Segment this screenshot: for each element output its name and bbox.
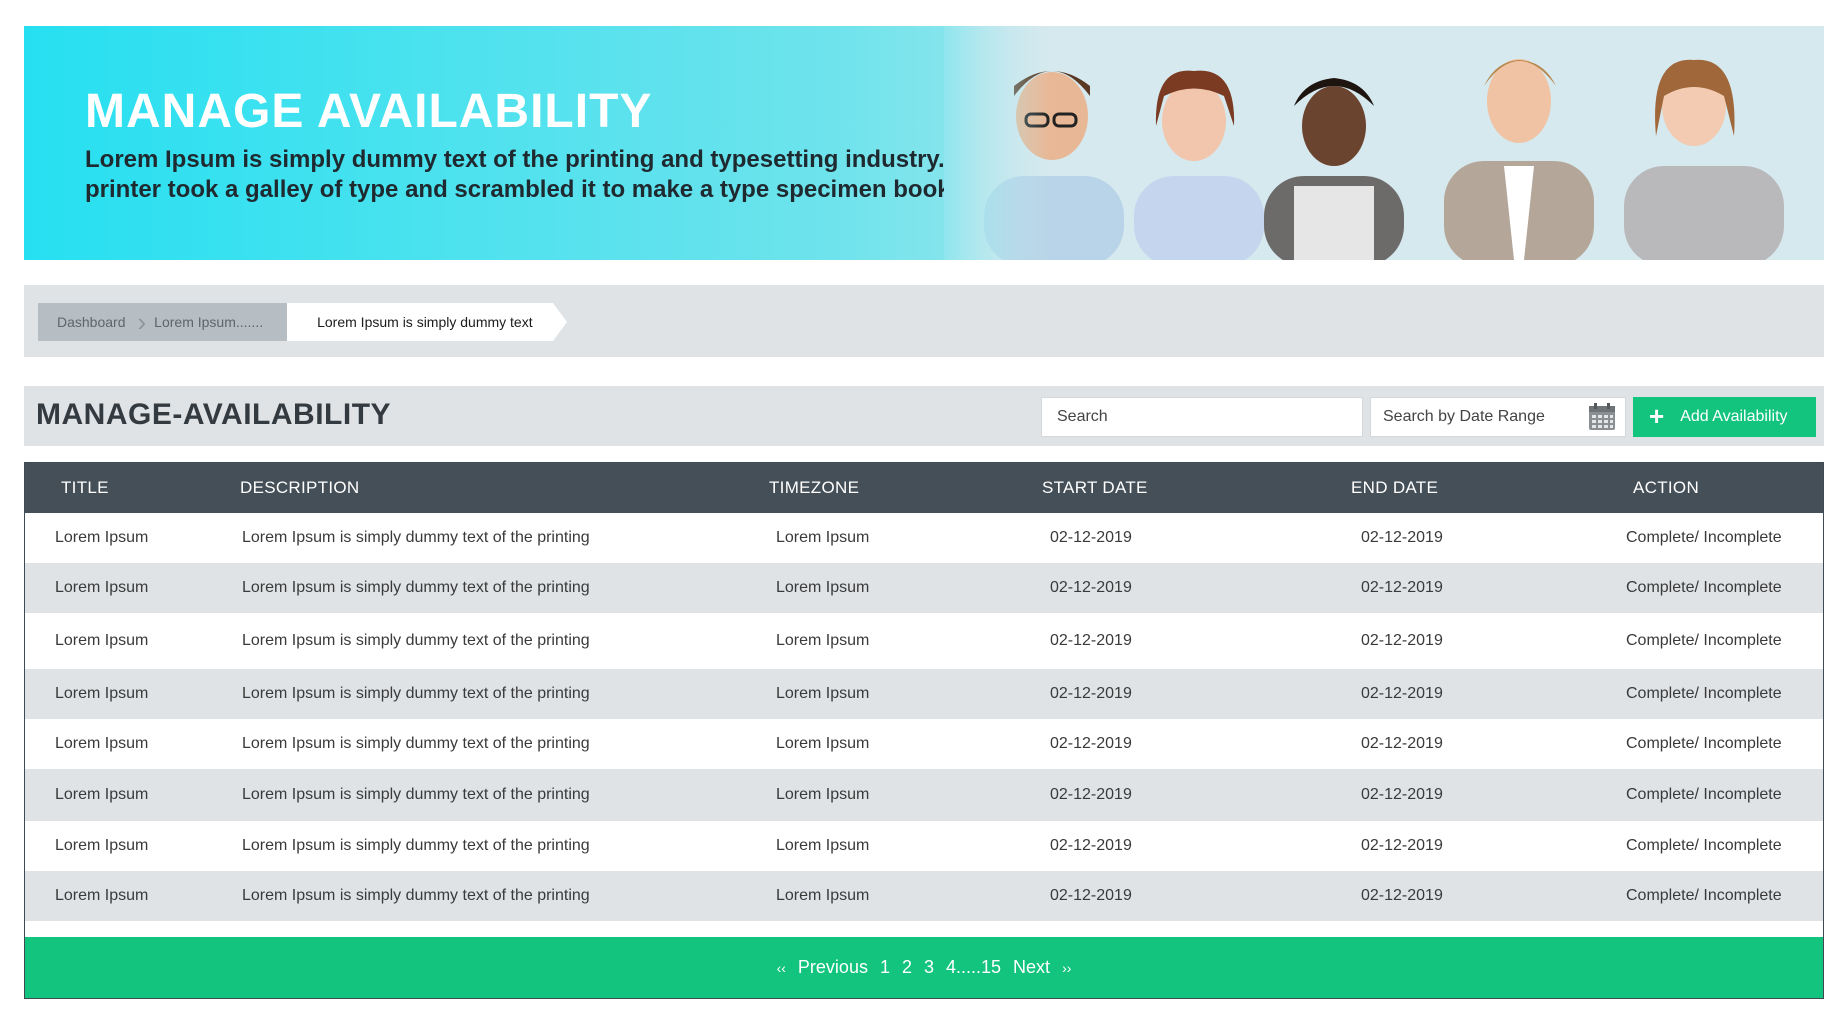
cell-action[interactable]: Complete/ Incomplete (1597, 563, 1823, 613)
add-availability-button[interactable]: + Add Availability (1633, 397, 1816, 437)
table-row[interactable]: Lorem Ipsum Lorem Ipsum is simply dummy t… (25, 669, 1823, 719)
cell-description: Lorem Ipsum is simply dummy text of the … (242, 579, 590, 596)
cell-start-date: 02-12-2019 (1050, 887, 1132, 904)
cell-start-date: 02-12-2019 (1050, 632, 1132, 649)
cell-title: Lorem Ipsum (55, 685, 149, 702)
calendar-icon[interactable] (1587, 402, 1617, 432)
cell-description: Lorem Ipsum is simply dummy text of the … (242, 529, 590, 546)
breadcrumb-dashboard[interactable]: Dashboard (38, 314, 138, 330)
cell-action[interactable]: Complete/ Incomplete (1597, 769, 1823, 821)
table-header-row: TITLE DESCRIPTION TIMEZONE START DATE EN… (25, 463, 1823, 513)
cell-timezone: Lorem Ipsum (776, 579, 870, 596)
page-range[interactable]: 4.....15 (946, 957, 1001, 978)
cell-title: Lorem Ipsum (55, 837, 149, 854)
table-row[interactable]: Lorem Ipsum Lorem Ipsum is simply dummy t… (25, 563, 1823, 613)
hero-banner: MANAGE AVAILABILITY Lorem Ipsum is simpl… (24, 26, 1824, 260)
breadcrumb-lorem[interactable]: Lorem Ipsum....... (154, 314, 287, 330)
pagination: ‹‹ Previous 1 2 3 4.....15 Next ›› (25, 937, 1823, 998)
header-timezone[interactable]: TIMEZONE (752, 463, 1012, 513)
date-range-input[interactable] (1371, 398, 1581, 436)
first-page-icon[interactable]: ‹‹ (777, 960, 786, 976)
table-row[interactable]: Lorem Ipsum Lorem Ipsum is simply dummy t… (25, 513, 1823, 563)
banner-text: MANAGE AVAILABILITY Lorem Ipsum is simpl… (85, 85, 957, 205)
breadcrumb: Dashboard › Lorem Ipsum....... Lorem Ips… (38, 303, 567, 341)
cell-description: Lorem Ipsum is simply dummy text of the … (242, 685, 590, 702)
cell-action[interactable]: Complete/ Incomplete (1597, 513, 1823, 563)
date-range-field[interactable] (1370, 397, 1626, 437)
table-row[interactable]: Lorem Ipsum Lorem Ipsum is simply dummy t… (25, 821, 1823, 871)
banner-subtitle: Lorem Ipsum is simply dummy text of the … (85, 145, 957, 205)
team-photo (944, 26, 1824, 260)
table-row[interactable]: Lorem Ipsum Lorem Ipsum is simply dummy t… (25, 769, 1823, 821)
cell-start-date: 02-12-2019 (1050, 786, 1132, 803)
cell-action[interactable]: Complete/ Incomplete (1597, 613, 1823, 669)
cell-timezone: Lorem Ipsum (776, 887, 870, 904)
cell-start-date: 02-12-2019 (1050, 579, 1132, 596)
cell-end-date: 02-12-2019 (1361, 837, 1443, 854)
cell-description: Lorem Ipsum is simply dummy text of the … (242, 786, 590, 803)
chevron-right-icon: › (137, 307, 147, 337)
breadcrumb-current: Lorem Ipsum is simply dummy text (287, 303, 553, 341)
banner-title: MANAGE AVAILABILITY (85, 85, 653, 138)
last-page-icon[interactable]: ›› (1062, 960, 1071, 976)
cell-action[interactable]: Complete/ Incomplete (1597, 871, 1823, 921)
cell-description: Lorem Ipsum is simply dummy text of the … (242, 837, 590, 854)
cell-end-date: 02-12-2019 (1361, 887, 1443, 904)
cell-description: Lorem Ipsum is simply dummy text of the … (242, 632, 590, 649)
cell-end-date: 02-12-2019 (1361, 529, 1443, 546)
cell-timezone: Lorem Ipsum (776, 529, 870, 546)
previous-button[interactable]: Previous (798, 957, 868, 978)
next-button[interactable]: Next (1013, 957, 1050, 978)
page-3[interactable]: 3 (924, 957, 934, 978)
page-1[interactable]: 1 (880, 957, 890, 978)
cell-action[interactable]: Complete/ Incomplete (1597, 669, 1823, 719)
cell-timezone: Lorem Ipsum (776, 685, 870, 702)
cell-title: Lorem Ipsum (55, 529, 149, 546)
header-title[interactable]: TITLE (25, 463, 240, 513)
page-2[interactable]: 2 (902, 957, 912, 978)
cell-title: Lorem Ipsum (55, 579, 149, 596)
cell-timezone: Lorem Ipsum (776, 837, 870, 854)
cell-end-date: 02-12-2019 (1361, 579, 1443, 596)
header-description[interactable]: DESCRIPTION (240, 463, 752, 513)
breadcrumb-trail: Dashboard › Lorem Ipsum....... (38, 303, 288, 341)
cell-start-date: 02-12-2019 (1050, 837, 1132, 854)
table-row[interactable]: Lorem Ipsum Lorem Ipsum is simply dummy t… (25, 871, 1823, 921)
add-availability-label: Add Availability (1680, 408, 1788, 425)
banner-subtitle-line1: Lorem Ipsum is simply dummy text of the … (85, 145, 945, 173)
header-end-date[interactable]: END DATE (1312, 463, 1597, 513)
cell-end-date: 02-12-2019 (1361, 735, 1443, 752)
cell-end-date: 02-12-2019 (1361, 632, 1443, 649)
breadcrumb-bar: Dashboard › Lorem Ipsum....... Lorem Ips… (24, 285, 1824, 357)
header-start-date[interactable]: START DATE (1012, 463, 1312, 513)
cell-title: Lorem Ipsum (55, 786, 149, 803)
cell-timezone: Lorem Ipsum (776, 786, 870, 803)
cell-description: Lorem Ipsum is simply dummy text of the … (242, 887, 590, 904)
cell-title: Lorem Ipsum (55, 887, 149, 904)
cell-timezone: Lorem Ipsum (776, 632, 870, 649)
cell-start-date: 02-12-2019 (1050, 735, 1132, 752)
cell-action[interactable]: Complete/ Incomplete (1597, 821, 1823, 871)
availability-table: TITLE DESCRIPTION TIMEZONE START DATE EN… (24, 462, 1824, 999)
section-header: MANAGE-AVAILABILITY + Add Availability (24, 386, 1824, 446)
cell-title: Lorem Ipsum (55, 735, 149, 752)
cell-timezone: Lorem Ipsum (776, 735, 870, 752)
cell-action[interactable]: Complete/ Incomplete (1597, 719, 1823, 769)
banner-subtitle-line2: printer took a galley of type and scramb… (85, 175, 958, 203)
page-title: MANAGE-AVAILABILITY (36, 398, 392, 431)
cell-start-date: 02-12-2019 (1050, 529, 1132, 546)
table-row[interactable]: Lorem Ipsum Lorem Ipsum is simply dummy t… (25, 613, 1823, 669)
cell-start-date: 02-12-2019 (1050, 685, 1132, 702)
header-action[interactable]: ACTION (1597, 463, 1823, 513)
cell-description: Lorem Ipsum is simply dummy text of the … (242, 735, 590, 752)
cell-title: Lorem Ipsum (55, 632, 149, 649)
cell-end-date: 02-12-2019 (1361, 786, 1443, 803)
plus-icon: + (1649, 400, 1665, 431)
cell-end-date: 02-12-2019 (1361, 685, 1443, 702)
table-row[interactable]: Lorem Ipsum Lorem Ipsum is simply dummy t… (25, 719, 1823, 769)
breadcrumb-arrow-current (552, 303, 567, 341)
search-input[interactable] (1041, 397, 1363, 437)
